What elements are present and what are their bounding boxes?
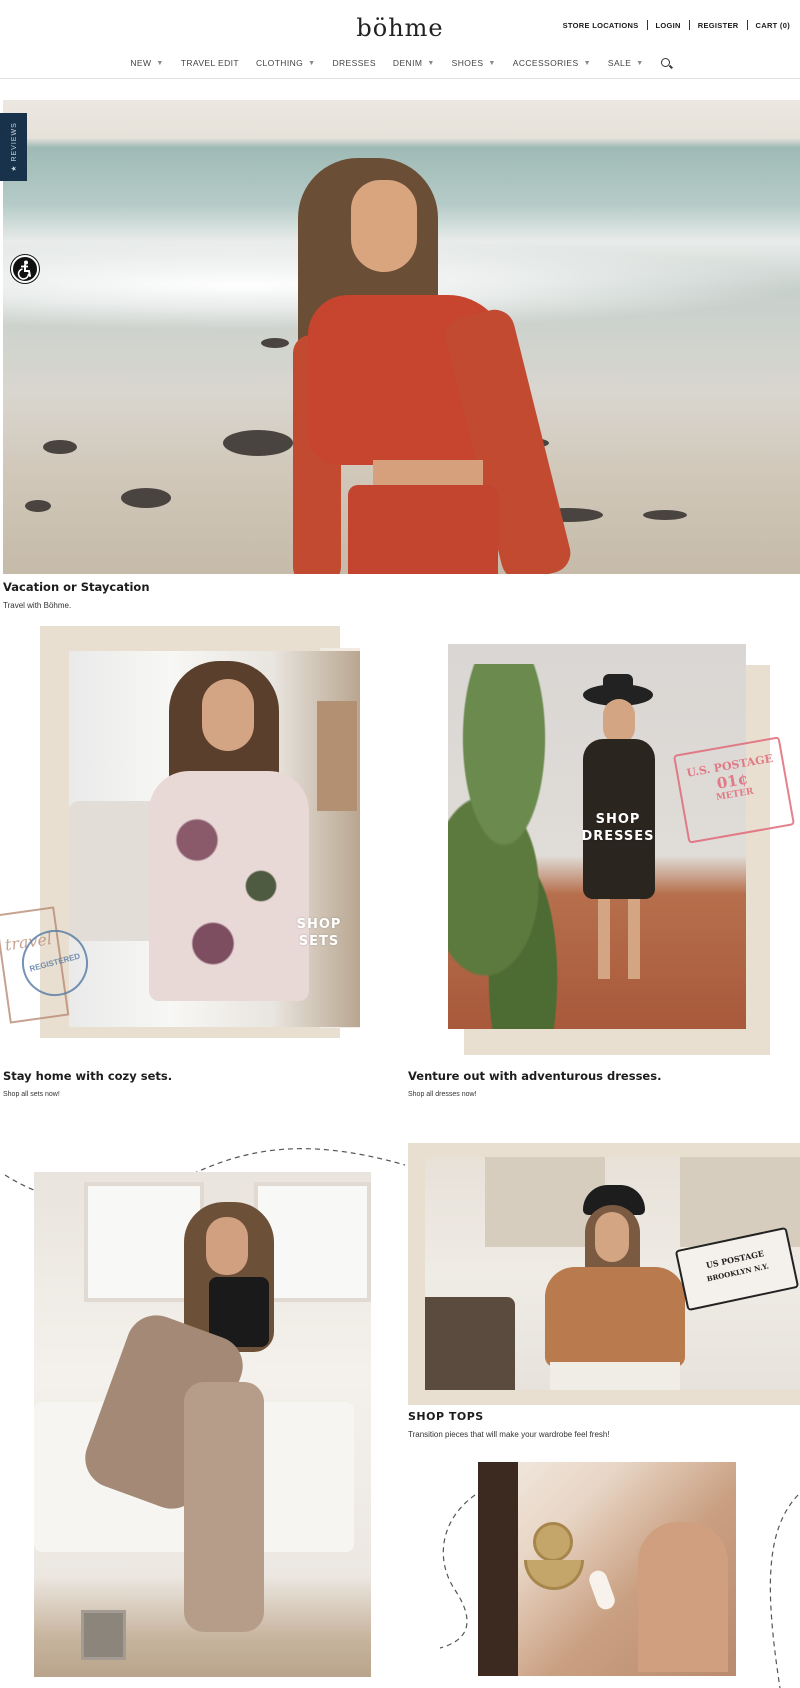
nav-item-accessories[interactable]: ACCESSORIES ▼ — [513, 58, 591, 68]
model-hat-crown — [603, 674, 633, 696]
tops-title[interactable]: SHOP TOPS — [408, 1410, 484, 1423]
nav-item-sale[interactable]: SALE ▼ — [608, 58, 644, 68]
hero-banner[interactable] — [3, 100, 800, 574]
nav-label: SALE — [607, 58, 632, 68]
dashed-path-decoration — [769, 1494, 799, 1688]
hero-subtitle: Travel with Böhme. — [3, 601, 72, 610]
model-face — [603, 699, 635, 744]
model-face — [595, 1212, 629, 1262]
reviews-tab[interactable]: ★ REVIEWS — [0, 113, 27, 181]
hero-model-face — [351, 180, 417, 272]
overlay-line: SHOP — [595, 812, 641, 827]
model-face — [206, 1217, 248, 1275]
nav-label: ACCESSORIES — [512, 58, 579, 68]
hero-title[interactable]: Vacation or Staycation — [3, 580, 150, 594]
overlay-line: DRESSES — [581, 828, 655, 844]
nav-item-clothing[interactable]: CLOTHING ▼ — [256, 58, 315, 68]
caret-down-icon: ▼ — [583, 59, 591, 67]
nav-item-dresses[interactable]: DRESSES — [332, 58, 375, 68]
caret-down-icon: ▼ — [156, 59, 164, 67]
model-floral-set — [149, 771, 309, 1001]
overlay-line: SETS — [298, 933, 340, 949]
model-white-pants — [550, 1362, 680, 1390]
tops-subtitle: Transition pieces that will make your wa… — [408, 1430, 610, 1439]
sets-photo[interactable]: SHOP SETS — [69, 651, 360, 1027]
accessibility-button[interactable] — [11, 255, 39, 283]
hero-rock — [121, 488, 171, 508]
shop-dresses-overlay[interactable]: SHOP DRESSES — [568, 812, 668, 846]
model-pants — [184, 1382, 264, 1632]
shop-sets-overlay[interactable]: SHOP SETS — [279, 917, 359, 951]
postage-stamp: U.S. POSTAGE 01¢ METER — [673, 736, 795, 844]
caret-down-icon: ▼ — [636, 59, 644, 67]
dresses-title[interactable]: Venture out with adventurous dresses. — [408, 1069, 661, 1083]
stamp-text: REGISTERED — [28, 951, 82, 974]
hero-rock — [43, 440, 77, 454]
hero-rock — [25, 500, 51, 512]
model-leg — [598, 899, 610, 979]
nav-item-new[interactable]: NEW ▼ — [130, 58, 163, 68]
search-icon — [660, 57, 670, 67]
model-hand — [638, 1522, 728, 1672]
nav-label: CLOTHING — [256, 58, 304, 68]
overlay-line: SHOP — [296, 917, 342, 932]
hero-rock — [261, 338, 289, 348]
search-button[interactable] — [660, 57, 670, 68]
cart-link[interactable]: CART (0) — [748, 21, 798, 30]
hero-model-skirt — [348, 485, 498, 574]
site-header: böhme STORE LOCATIONS LOGIN REGISTER CAR… — [0, 0, 800, 79]
hero-rock — [223, 430, 293, 456]
main-nav: NEW ▼ TRAVEL EDIT CLOTHING ▼ DRESSES DENIM… — [0, 57, 800, 68]
caret-down-icon: ▼ — [427, 59, 435, 67]
earring-disc — [533, 1522, 573, 1562]
nav-label: SHOES — [451, 58, 484, 68]
sets-subtitle[interactable]: Shop all sets now! — [3, 1091, 60, 1098]
wall-art — [317, 701, 357, 811]
model-leg — [628, 899, 640, 979]
dashed-path-decoration — [439, 1494, 476, 1649]
pillow — [425, 1297, 515, 1390]
caret-down-icon: ▼ — [488, 59, 496, 67]
model-hair — [478, 1462, 518, 1676]
earring-half-moon — [524, 1560, 584, 1590]
register-link[interactable]: REGISTER — [690, 21, 747, 30]
nav-label: TRAVEL EDIT — [180, 58, 240, 68]
store-locations-link[interactable]: STORE LOCATIONS — [555, 21, 647, 30]
nav-label: DENIM — [392, 58, 423, 68]
model-face — [202, 679, 254, 751]
hero-rock — [643, 510, 687, 520]
model-rust-top — [545, 1267, 685, 1367]
nav-label: NEW — [130, 58, 152, 68]
utility-nav: STORE LOCATIONS LOGIN REGISTER CART (0) — [555, 20, 798, 30]
lounge-photo[interactable] — [34, 1172, 371, 1677]
nav-label: DRESSES — [332, 58, 376, 68]
nav-item-denim[interactable]: DENIM ▼ — [393, 58, 435, 68]
accessories-photo[interactable] — [478, 1462, 736, 1676]
nav-item-travel-edit[interactable]: TRAVEL EDIT — [181, 58, 239, 68]
nav-item-shoes[interactable]: SHOES ▼ — [452, 58, 496, 68]
login-link[interactable]: LOGIN — [648, 21, 689, 30]
sets-title[interactable]: Stay home with cozy sets. — [3, 1069, 172, 1083]
reviews-tab-label: ★ REVIEWS — [10, 122, 18, 172]
accessibility-icon — [17, 260, 31, 280]
model-nail — [586, 1568, 618, 1612]
dresses-subtitle[interactable]: Shop all dresses now! — [408, 1091, 476, 1098]
floor-vent — [81, 1610, 126, 1660]
caret-down-icon: ▼ — [308, 59, 316, 67]
